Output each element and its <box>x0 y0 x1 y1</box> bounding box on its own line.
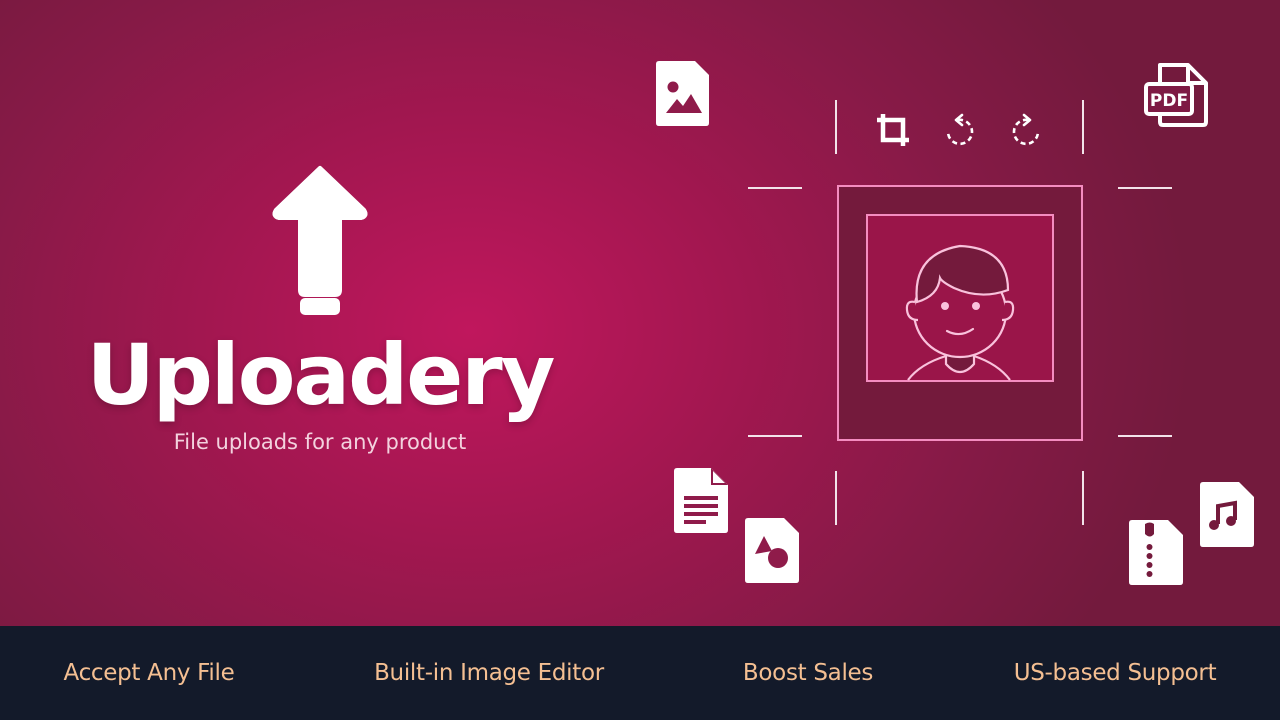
pdf-file-icon: PDF <box>1144 63 1208 127</box>
hero-banner: Uploadery File uploads for any product P… <box>0 0 1280 626</box>
document-file-icon <box>674 468 728 533</box>
toolbar-divider-right <box>1082 100 1084 154</box>
upload-arrow-overlay <box>272 166 368 266</box>
toolbar-divider-left <box>835 100 837 154</box>
image-file-icon <box>656 61 709 126</box>
avatar-eye-left <box>941 302 949 310</box>
guide-line-bottom-left <box>748 435 802 437</box>
guide-divider-bottom-left <box>835 471 837 525</box>
feature-accept-any-file: Accept Any File <box>63 660 235 686</box>
brand-title: Uploadery <box>86 326 556 424</box>
rotate-left-icon[interactable] <box>942 112 978 148</box>
image-editor-canvas[interactable] <box>836 184 1084 442</box>
feature-bar: Accept Any File Built-in Image Editor Bo… <box>0 626 1280 720</box>
shapes-file-icon <box>745 518 799 583</box>
rotate-right-icon[interactable] <box>1008 112 1044 148</box>
feature-boost-sales: Boost Sales <box>742 660 874 686</box>
avatar-eye-right <box>972 302 980 310</box>
crop-icon[interactable] <box>875 112 911 148</box>
feature-image-editor: Built-in Image Editor <box>374 660 604 686</box>
brand-tagline: File uploads for any product <box>173 430 467 454</box>
pdf-label: PDF <box>1150 91 1188 111</box>
zip-file-icon <box>1129 520 1183 585</box>
guide-line-top-right <box>1118 187 1172 189</box>
feature-us-support: US-based Support <box>1013 660 1217 686</box>
audio-file-icon <box>1200 482 1254 547</box>
guide-divider-bottom-right <box>1082 471 1084 525</box>
guide-line-bottom-right <box>1118 435 1172 437</box>
guide-line-top-left <box>748 187 802 189</box>
